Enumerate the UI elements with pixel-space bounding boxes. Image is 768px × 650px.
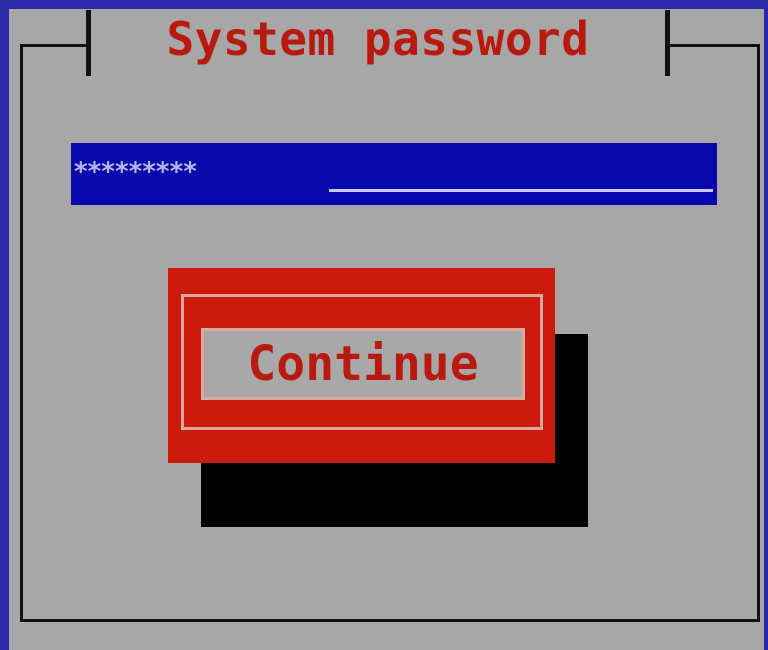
continue-button-face[interactable]: Continue: [201, 328, 525, 400]
dialog-title: System password: [166, 12, 590, 66]
dialog-frame-top-right: [666, 44, 760, 47]
screen-edge-left: [0, 0, 9, 650]
continue-button[interactable]: Continue: [168, 268, 555, 463]
title-divider-left: [86, 10, 91, 76]
bios-screen: System password ********* Continue: [0, 0, 768, 650]
dialog-frame-right: [757, 44, 760, 622]
dialog-frame-top-left: [20, 44, 90, 47]
screen-edge-right: [764, 0, 768, 650]
dialog-frame-left: [20, 44, 23, 622]
dialog-frame-bottom: [20, 619, 760, 622]
password-input[interactable]: *********: [71, 143, 717, 205]
continue-button-label: Continue: [247, 336, 479, 392]
password-mask: *********: [73, 157, 198, 187]
password-input-cursor-line: [329, 189, 713, 192]
title-divider-right: [665, 10, 670, 76]
